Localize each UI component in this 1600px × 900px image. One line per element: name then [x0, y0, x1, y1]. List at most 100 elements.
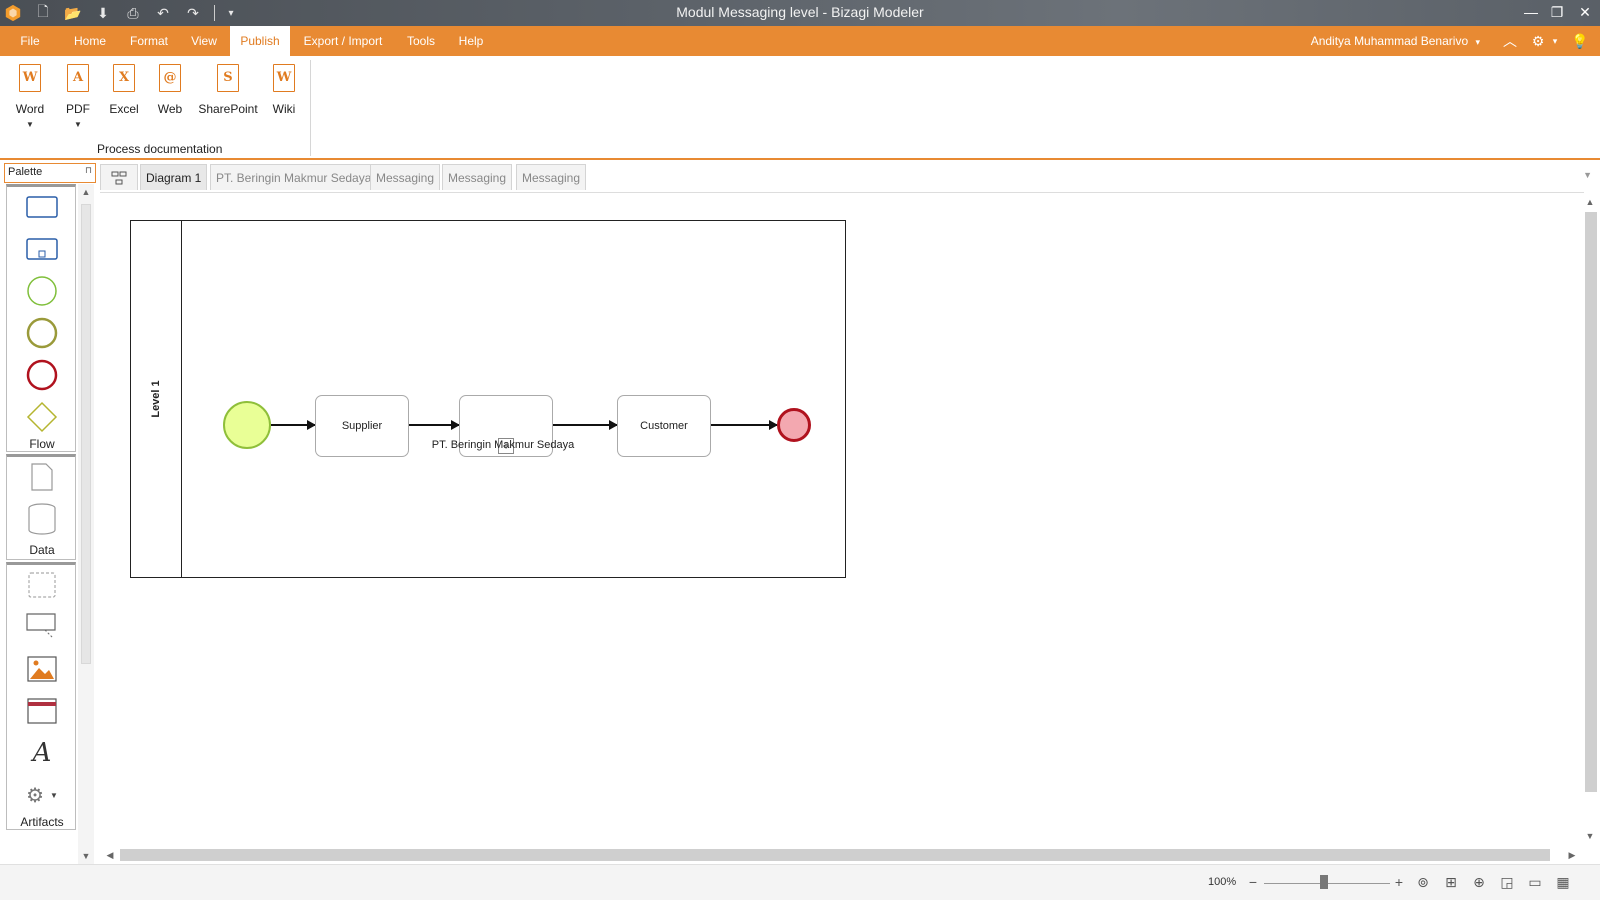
zoom-area-icon[interactable]: ◲ [1498, 873, 1516, 891]
scroll-down-icon[interactable]: ▼ [1582, 828, 1598, 844]
word-document-icon: W [19, 64, 41, 92]
lightbulb-icon[interactable]: 💡 [1570, 31, 1590, 51]
diagram-canvas[interactable]: Level 1 Supplier + PT. Beringin Makmur S… [100, 192, 1584, 846]
task-shape-icon[interactable] [7, 189, 77, 225]
tab-messaging-1[interactable]: Messaging [370, 164, 441, 190]
publish-sharepoint-button[interactable]: S SharePoint [196, 64, 260, 134]
zoom-slider-thumb[interactable] [1320, 875, 1328, 889]
start-event-shape-icon[interactable] [7, 273, 77, 309]
palette-group-label: Data [29, 543, 55, 557]
pin-icon[interactable]: ⊓ [85, 165, 92, 176]
fit-page-icon[interactable]: ⊞ [1442, 873, 1460, 891]
publish-excel-button[interactable]: X Excel [102, 64, 146, 134]
publish-word-button[interactable]: W Word ▼ [8, 64, 52, 134]
task-customer[interactable]: Customer [617, 395, 711, 457]
chevron-down-icon: ▼ [26, 120, 34, 129]
data-store-shape-icon[interactable] [7, 501, 77, 537]
zoom-out-icon[interactable]: − [1244, 873, 1262, 891]
tab-messaging-2[interactable]: Messaging [442, 164, 513, 190]
group-shape-icon[interactable] [7, 567, 77, 603]
palette-group-data: Data [6, 454, 76, 560]
publish-pdf-button[interactable]: A PDF ▼ [56, 64, 100, 134]
image-shape-icon[interactable] [7, 651, 77, 687]
zoom-level: 100% [1208, 876, 1237, 888]
palette-scrollbar[interactable]: ▲ ▼ [78, 184, 94, 864]
task-label: Customer [640, 420, 688, 432]
zoom-in-icon[interactable]: ⊕ [1470, 873, 1488, 891]
palette-title: Palette [8, 166, 43, 178]
vertical-scroll-thumb[interactable] [1585, 212, 1597, 792]
publish-pdf-label: PDF [66, 102, 90, 116]
palette: Flow Data A ⚙ ▼ Artifacts [4, 184, 78, 864]
gateway-shape-icon[interactable] [7, 399, 77, 435]
zoom-fit-icon[interactable]: ⊚ [1414, 873, 1432, 891]
subprocess-shape-icon[interactable] [7, 231, 77, 267]
scroll-down-icon[interactable]: ▼ [78, 848, 94, 864]
tab-export-import[interactable]: Export / Import [296, 26, 390, 56]
annotation-shape-icon[interactable] [7, 609, 77, 645]
window-title: Modul Messaging level - Bizagi Modeler [676, 4, 924, 20]
header-shape-icon[interactable] [7, 693, 77, 729]
diagram-tab-bar: Diagram 1 PT. Beringin Makmur Sedaya Mes… [100, 164, 1600, 192]
tab-home[interactable]: Home [64, 26, 116, 56]
settings-icon[interactable]: ⚙ [1528, 31, 1548, 51]
sequence-flow[interactable] [553, 420, 618, 429]
tab-pt-beringin[interactable]: PT. Beringin Makmur Sedaya [210, 164, 378, 190]
end-event-shape-icon[interactable] [7, 357, 77, 393]
settings-caret-icon[interactable]: ▾ [1550, 31, 1560, 51]
close-button[interactable]: ✕ [1572, 2, 1598, 22]
pdf-document-icon: A [67, 64, 89, 92]
horizontal-scroll-thumb[interactable] [120, 849, 1550, 861]
sequence-flow[interactable] [271, 420, 316, 429]
scroll-right-icon[interactable]: ▶ [1564, 847, 1580, 863]
ribbon-group-label: Process documentation [97, 142, 223, 156]
data-object-shape-icon[interactable] [7, 459, 77, 495]
user-name: Anditya Muhammad Benarivo [1310, 34, 1469, 48]
tab-format[interactable]: Format [122, 26, 176, 56]
sequence-flow[interactable] [409, 420, 460, 429]
scroll-left-icon[interactable]: ◀ [102, 847, 118, 863]
start-event[interactable] [223, 401, 271, 449]
zoom-in-plus-icon[interactable]: + [1390, 873, 1408, 891]
tab-file[interactable]: File [8, 26, 52, 56]
publish-wiki-button[interactable]: W Wiki [262, 64, 306, 134]
minimize-button[interactable]: — [1518, 2, 1544, 22]
palette-group-artifacts: A ⚙ ▼ Artifacts [6, 562, 76, 830]
user-account-menu[interactable]: Anditya Muhammad Benarivo ▾ [1311, 26, 1480, 57]
presentation-icon[interactable]: ▭ [1526, 873, 1544, 891]
canvas-vertical-scrollbar[interactable]: ▲ ▼ [1582, 194, 1600, 846]
task-supplier[interactable]: Supplier [315, 395, 409, 457]
gear-icon[interactable]: ⚙ ▼ [7, 777, 77, 813]
publish-web-button[interactable]: @ Web [148, 64, 192, 134]
palette-group-flow: Flow [6, 184, 76, 452]
title-bar: 🗋 📂 ⬇ ⎙ ↶ ↷ ▾ Modul Messaging level - Bi… [0, 0, 1600, 26]
overview-icon[interactable] [100, 164, 138, 190]
pool[interactable]: Level 1 Supplier + PT. Beringin Makmur S… [130, 220, 846, 578]
tab-list-menu-icon[interactable]: ▼ [1583, 170, 1592, 180]
scroll-up-icon[interactable]: ▲ [78, 184, 94, 200]
end-event[interactable] [777, 408, 811, 442]
tab-view[interactable]: View [182, 26, 226, 56]
collapse-ribbon-icon[interactable]: ︿ [1500, 31, 1520, 51]
tab-messaging-3[interactable]: Messaging [516, 164, 587, 190]
tab-publish[interactable]: Publish [230, 26, 290, 56]
overview-icon[interactable]: ▦ [1554, 873, 1572, 891]
publish-wiki-label: Wiki [272, 102, 296, 116]
scroll-up-icon[interactable]: ▲ [1582, 194, 1598, 210]
publish-word-label: Word [15, 102, 45, 116]
tab-tools[interactable]: Tools [398, 26, 444, 56]
intermediate-event-shape-icon[interactable] [7, 315, 77, 351]
tab-diagram-1[interactable]: Diagram 1 [140, 164, 208, 190]
palette-group-label: Artifacts [20, 815, 64, 829]
restore-button[interactable]: ❐ [1544, 2, 1570, 22]
sequence-flow[interactable] [711, 420, 778, 429]
palette-scroll-thumb[interactable] [81, 204, 91, 664]
ribbon-tab-bar: File Home Format View Publish Export / I… [0, 26, 1600, 56]
text-shape-icon[interactable]: A [7, 735, 77, 771]
publish-web-label: Web [157, 102, 183, 116]
tab-help[interactable]: Help [450, 26, 492, 56]
canvas-horizontal-scrollbar[interactable]: ◀ ▶ [100, 846, 1584, 864]
task-label: Supplier [341, 420, 383, 432]
publish-excel-label: Excel [109, 102, 139, 116]
lane-header[interactable]: Level 1 [131, 221, 182, 577]
